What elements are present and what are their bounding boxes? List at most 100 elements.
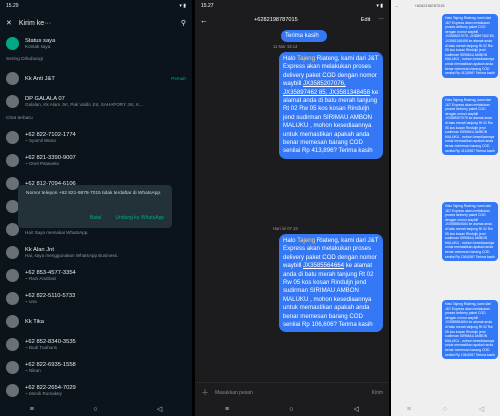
contact-sub: Galalan, Kk Alam Jnt, Pak Valdo Jnt, SAH… — [25, 102, 143, 107]
message-bubble: Halo Tajeng Riateng, kami dari J&T Expre… — [279, 234, 383, 333]
contact-sub: ~ Budi Tuahuns — [25, 345, 58, 350]
contact-sub: ~ Onel Pataweia — [25, 161, 59, 166]
contact-sub: Hai! Saya memakai WhatsApp. — [25, 230, 89, 235]
avatar — [6, 223, 19, 236]
message-bubble: Terima kasih — [281, 30, 327, 42]
status-icons: ▾ ▮ — [179, 3, 186, 9]
dialog-message: Nomor telepon +62 821-9878-7015 tidak te… — [26, 191, 162, 196]
contact-row[interactable]: +62 822-2654-7029 ~ Monik Rumakey — [0, 379, 192, 402]
page-title: Kirim ke··· — [18, 19, 52, 27]
contact-sub: ~ Nikan — [25, 368, 41, 373]
home-icon[interactable]: ○ — [443, 406, 447, 413]
date-stamp: 11 Mar 18.14 — [273, 44, 298, 49]
contact-row[interactable]: +62 822-5110-5733 ~ una — [0, 287, 192, 310]
nav-bar: ≡ ○ ◁ — [391, 402, 500, 416]
avatar — [6, 292, 19, 305]
message-bubble: Halo Tajeng Riateng, kami dari J&T Expre… — [442, 14, 498, 78]
contact-row[interactable]: +62 822-7102-1774 ~ Syamil Wana — [0, 126, 192, 149]
back-icon[interactable]: ◁ — [479, 405, 484, 413]
msg-text: ke alamat anda di batu merah tanjung Rt … — [283, 262, 374, 329]
frequent-label: Sering Dihubungi — [6, 57, 43, 62]
waybill-link[interactable]: JX3585564664 — [303, 262, 344, 269]
avatar — [6, 72, 19, 85]
status-avatar — [6, 36, 19, 50]
conversation-number: +6282198787015 — [254, 17, 298, 23]
home-icon[interactable]: ○ — [289, 406, 293, 413]
avatar — [6, 338, 19, 351]
avatar — [6, 384, 19, 397]
contact-row[interactable]: Kk Tika — [0, 310, 192, 333]
edit-button[interactable]: Edit — [361, 17, 371, 23]
not-registered-dialog: Nomor telepon +62 821-9878-7015 tidak te… — [18, 185, 172, 228]
menu-icon[interactable]: ≡ — [225, 406, 229, 413]
contact-name: Kk Tika — [25, 318, 45, 325]
status-name: Status saya — [25, 37, 56, 44]
messages-panel: 15.27 ▾ ▮ ← +6282198787015 Edit ⋯ Terima… — [195, 0, 389, 416]
conversation-number: +6282198787015 — [414, 4, 445, 8]
date-stamp: Hari ini 07.19 — [273, 226, 298, 231]
back-arrow-icon[interactable]: ← — [395, 4, 399, 8]
avatar — [6, 315, 19, 328]
message-bubble: Halo Tajeng Riateng, kami dari J&T Expre… — [442, 300, 498, 360]
conversation-header: ← +6282198787015 Edit ⋯ — [195, 12, 389, 28]
contact-row[interactable]: Kk Alan Jnt Hai, saya menggunakan WhatsAp… — [0, 241, 192, 264]
messages-light-panel: ← +6282198787015 Halo Tajeng Riateng, ka… — [391, 0, 500, 416]
invite-label: Pernah — [171, 76, 186, 81]
message-bubble: Halo Tajeng Riateng, kami dari J&T Expre… — [279, 52, 383, 159]
contact-sub: ~ una — [25, 299, 37, 304]
avatar — [6, 95, 19, 108]
more-icon[interactable]: ⋯ — [378, 17, 384, 23]
recent-list: +62 822-7102-1774 ~ Syamil Wana +62 821-33… — [0, 126, 192, 402]
forward-header: ✕ Kirim ke··· ⚲ — [0, 12, 192, 34]
contact-sub: ~ Monik Rumakey — [25, 391, 62, 396]
avatar — [6, 154, 19, 167]
status-icons: ▾ ▮ — [376, 3, 383, 9]
contact-sub: ~ Rani Andriani — [25, 276, 57, 281]
contact-row[interactable]: +62 852-8340-3535 ~ Budi Tuahuns — [0, 333, 192, 356]
message-bubble: Halo Tajeng Riateng, kami dari J&T Expre… — [442, 202, 498, 262]
search-icon[interactable]: ⚲ — [181, 19, 186, 27]
msg-name: Tajeng — [297, 55, 316, 62]
nav-bar: ≡ ○ ◁ — [195, 402, 389, 416]
status-time: 15.27 — [201, 3, 214, 9]
avatar — [6, 269, 19, 282]
status-sub: Kontak saya — [25, 43, 51, 49]
conversation-header: ← +6282198787015 — [391, 0, 500, 12]
message-bubble: Halo Tajeng Riateng, kami dari J&T Expre… — [442, 96, 498, 156]
contact-name: Kk Anti J&T — [25, 75, 55, 82]
cancel-button[interactable]: Batal — [90, 215, 101, 221]
whatsapp-panel: 15.29 ▾ ▮ ✕ Kirim ke··· ⚲ Status saya Ko… — [0, 0, 192, 416]
msg-text: Halo — [283, 237, 298, 244]
status-time: 15.29 — [6, 3, 19, 9]
menu-icon[interactable]: ≡ — [407, 406, 411, 413]
recent-chats-label: Chat terbaru — [6, 116, 33, 121]
send-button[interactable]: Kirim — [372, 390, 383, 396]
contact-sub: ~ Syamil Wana — [25, 138, 56, 143]
nav-bar: ≡ ○ ◁ — [0, 402, 192, 416]
close-icon[interactable]: ✕ — [6, 19, 12, 27]
add-icon[interactable]: ＋ — [201, 387, 209, 398]
contact-row[interactable]: +62 853-4577-3354 ~ Rani Andriani — [0, 264, 192, 287]
contact-row[interactable]: Kk Anti J&T Pernah — [0, 67, 192, 90]
home-icon[interactable]: ○ — [93, 406, 97, 413]
invite-button[interactable]: Undang ke WhatsApp — [115, 215, 164, 221]
contact-row[interactable]: +62 822-6935-1558 ~ Nikan — [0, 356, 192, 379]
status-bar: 15.27 ▾ ▮ — [195, 0, 389, 12]
contact-sub: Hai, saya menggunakan WhatsApp Business. — [25, 253, 119, 258]
menu-icon[interactable]: ≡ — [30, 406, 34, 413]
msg-name: Tajeng — [297, 237, 316, 244]
back-icon[interactable]: ◁ — [354, 405, 359, 413]
back-icon[interactable]: ◁ — [157, 405, 162, 413]
my-status-row[interactable]: Status saya Kontak saya — [0, 34, 192, 52]
back-arrow-icon[interactable]: ← — [200, 16, 208, 25]
msg-text: Halo — [283, 55, 298, 62]
compose-bar: ＋ Masukkan pesan Kirim — [195, 382, 389, 402]
avatar — [6, 361, 19, 374]
contact-row[interactable]: +62 821-3390-9007 ~ Onel Pataweia — [0, 149, 192, 172]
msg-text: ke alamat anda di batu merah tanjung Rt … — [283, 88, 379, 155]
message-input[interactable]: Masukkan pesan — [215, 390, 366, 396]
contact-row[interactable]: DP GALALA 07 Galalan, Kk Alam Jnt, Pak V… — [0, 90, 192, 113]
avatar — [6, 131, 19, 144]
status-bar: 15.29 ▾ ▮ — [0, 0, 192, 12]
avatar — [6, 246, 19, 259]
